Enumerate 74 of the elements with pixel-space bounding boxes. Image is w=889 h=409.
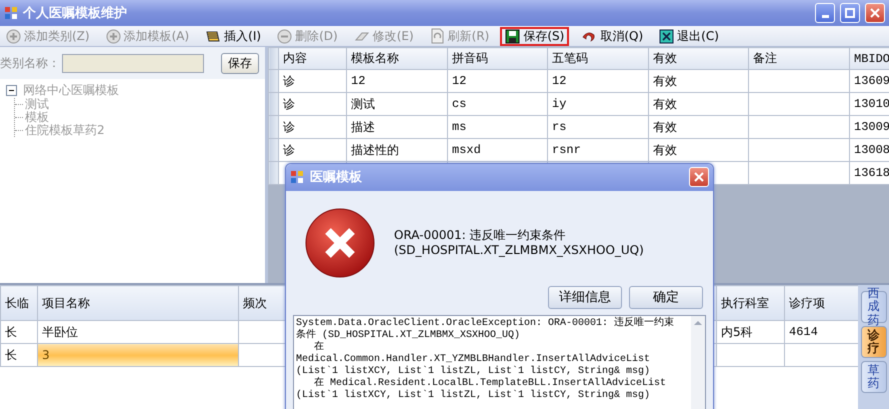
minimize-icon [822,15,828,18]
table-cell: rs [548,116,648,138]
details-line: (List`1 listXCY, List`1 listZL, List`1 listCY, String& msg) [296,390,650,402]
side-tab[interactable]: 诊疗 [860,326,886,358]
table-cell: 诊 [278,138,346,162]
details-line: 条件 (SD_HOSPITAL.XT_ZLMBMX_XSXHOO_UQ) [296,330,520,341]
details-line: 在 Medical.Resident.LocalBL.TemplateBLL.InsertAllAdviceList [313,378,666,390]
minimize-button[interactable] [815,3,835,23]
table-cell: 内5科 [716,320,784,344]
close-icon [694,172,704,182]
column-header[interactable]: 内容 [278,48,346,70]
details-line: 在 [313,342,324,354]
column-header[interactable]: 长临 [0,286,38,320]
details-line: Medical.Common.Handler.XT_YZMBLBHandler.InsertAllAdviceList [296,354,650,366]
refresh-page-icon [430,28,445,44]
table-cell: 有效 [648,92,748,116]
side-tab[interactable]: 草药 [860,361,886,393]
table-cell: 有效 [648,70,748,92]
app-icon [290,170,304,184]
column-header[interactable]: 执行科室 [716,286,784,320]
minus-circle-icon [277,28,292,44]
column-header[interactable]: 五笔码 [548,48,648,70]
toolbar-button[interactable]: 插入(I) [200,26,266,46]
table-cell: 有效 [648,138,748,162]
notebook-icon [205,28,222,44]
maximize-icon [845,8,855,18]
close-box-icon [659,28,674,44]
close-button[interactable] [689,167,709,188]
table-cell: ms [448,116,548,138]
scrollbar[interactable] [691,316,705,409]
dialog-button[interactable]: 确定 [629,286,703,309]
dialog-title: 医嘱模板 [310,169,363,186]
column-header[interactable]: 模板名称 [346,48,448,70]
toolbar-button[interactable]: 退出(C) [654,26,724,46]
error-message: ORA-00001: 违反唯一约束条件 [394,228,567,244]
dialog-button[interactable]: 详细信息 [548,286,622,309]
table-cell: 描述性的 [346,138,448,162]
window-title: 个人医嘱模板维护 [23,4,128,22]
table-cell: 测试 [346,92,448,116]
column-header[interactable]: 拼音码 [448,48,548,70]
column-header[interactable]: 有效 [648,48,748,70]
column-header[interactable]: 项目名称 [38,286,238,320]
toolbar-button[interactable]: 保存(S) [500,26,570,46]
maximize-button[interactable] [840,3,860,23]
close-icon [870,8,880,18]
close-button[interactable] [865,3,885,23]
table-cell[interactable]: 3 [38,344,238,366]
table-cell: 12 [448,70,548,92]
table-cell: 描述 [346,116,448,138]
details-line: System.Data.OracleClient.OracleException: ORA-00001: 违反唯一约束 [296,318,674,329]
app-icon [4,6,18,20]
table-cell: cs [448,92,548,116]
table-cell: 有效 [648,116,748,138]
column-header[interactable]: MBIDO [850,48,889,70]
collapse-icon[interactable] [6,85,17,96]
table-cell: 12 [346,70,448,92]
column-header[interactable]: 频次 [238,286,286,320]
table-cell: iy [548,92,648,116]
table-cell: 诊 [278,70,346,92]
details-line: (List`1 listXCY, List`1 listZL, List`1 listCY, String& msg) [296,366,650,377]
plus-circle-icon [106,28,121,44]
field-label: 类别名称： [0,54,60,72]
table-cell: msxd [448,138,548,162]
column-header[interactable]: 备注 [748,48,850,70]
plus-circle-icon [6,28,21,44]
table-cell: 诊 [278,116,346,138]
error-message: (SD_HOSPITAL.XT_ZLMBMX_XSXHOO_UQ) [394,243,644,258]
error-icon [304,207,376,280]
table-cell: 12 [548,70,648,92]
table-cell: 诊 [278,92,346,116]
column-header[interactable]: 诊疗项 [784,286,858,320]
table-cell: rsnr [548,138,648,162]
table-cell: 长 [0,320,38,344]
toolbar-button[interactable]: 取消(Q) [575,26,648,46]
